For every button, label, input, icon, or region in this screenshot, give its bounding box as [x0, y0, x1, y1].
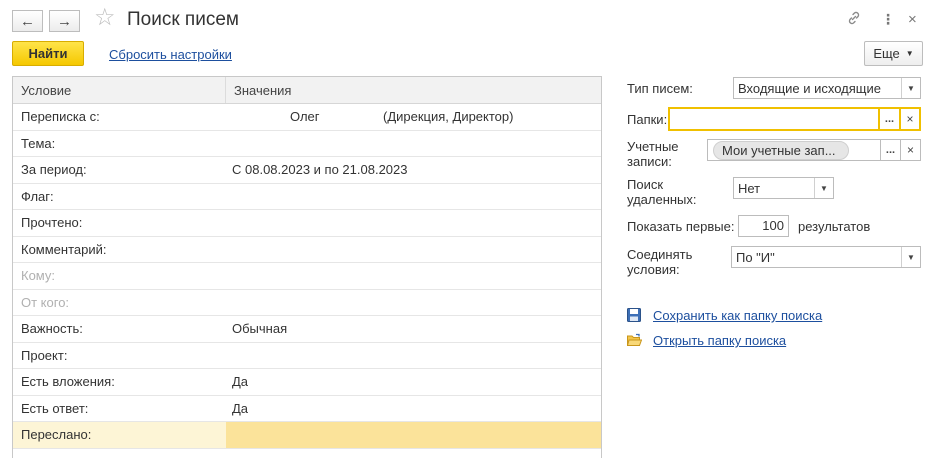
- table-header: Условие Значения: [13, 77, 601, 104]
- table-row[interactable]: Есть вложения: Да: [13, 369, 601, 396]
- clear-icon: ×: [906, 143, 914, 157]
- folders-label: Папки:: [627, 112, 668, 127]
- row-value: [226, 237, 601, 263]
- deleted-label-line2: удаленных:: [627, 192, 697, 207]
- row-value: Да: [232, 374, 249, 390]
- row-condition: Проект:: [21, 347, 68, 363]
- accounts-choose-button[interactable]: ...: [880, 139, 901, 161]
- chevron-down-icon[interactable]: ▼: [901, 247, 920, 267]
- combine-value: По "И": [736, 249, 775, 265]
- deleted-label-line1: Поиск: [627, 177, 664, 192]
- row-value: [226, 210, 601, 236]
- table-row[interactable]: От кого:: [13, 290, 601, 316]
- folders-choose-button[interactable]: ...: [879, 107, 900, 131]
- row-condition: Комментарий:: [21, 241, 107, 257]
- back-button[interactable]: ←: [12, 10, 43, 32]
- table-row[interactable]: Важность: Обычная: [13, 316, 601, 343]
- table-row[interactable]: Прочтено:: [13, 210, 601, 237]
- row-condition: Прочтено:: [21, 215, 83, 231]
- row-value: С 08.08.2023 и по 21.08.2023: [232, 162, 408, 178]
- row-condition: Переслано:: [21, 427, 92, 443]
- close-icon[interactable]: ×: [908, 11, 917, 28]
- row-value: Олег (Дирекция, Директор): [226, 104, 601, 130]
- deleted-label: Поиск удаленных:: [627, 177, 697, 207]
- combine-label-line2: условия:: [627, 262, 680, 277]
- reset-settings-link[interactable]: Сбросить настройки: [109, 47, 232, 62]
- row-condition: Есть ответ:: [21, 400, 89, 416]
- results-label: результатов: [798, 219, 871, 234]
- more-button-label: Еще: [873, 46, 900, 61]
- clear-icon: ×: [906, 112, 914, 126]
- forward-button[interactable]: →: [49, 10, 80, 32]
- accounts-tag[interactable]: Мои учетные зап...: [713, 140, 849, 160]
- combine-label-line1: Соединять: [627, 247, 693, 262]
- mail-type-select[interactable]: Входящие и исходящие ▼: [733, 77, 921, 99]
- column-header-condition[interactable]: Условие: [13, 77, 226, 103]
- table-row[interactable]: Переписка с: Олег (Дирекция, Директор): [13, 104, 601, 131]
- table-row[interactable]: Кому:: [13, 263, 601, 290]
- combine-select[interactable]: По "И" ▼: [731, 246, 921, 268]
- ellipsis-icon: ...: [885, 144, 896, 156]
- arrow-left-icon: ←: [20, 12, 35, 30]
- arrow-right-icon: →: [57, 12, 72, 30]
- favorite-star-icon[interactable]: ☆: [94, 6, 116, 30]
- show-first-input[interactable]: 100: [738, 215, 789, 237]
- row-condition: Флаг:: [21, 188, 54, 204]
- row-value-extra: (Дирекция, Директор): [383, 109, 514, 125]
- link-icon[interactable]: [846, 10, 862, 29]
- row-value: [226, 184, 601, 210]
- open-search-folder-link[interactable]: Открыть папку поиска: [653, 333, 786, 348]
- deleted-value: Нет: [738, 180, 761, 196]
- table-row[interactable]: За период: С 08.08.2023 и по 21.08.2023: [13, 157, 601, 184]
- table-row-selected[interactable]: Переслано:: [13, 422, 601, 449]
- folders-clear-button[interactable]: ×: [900, 107, 921, 131]
- accounts-label-line2: записи:: [627, 154, 672, 169]
- column-header-values[interactable]: Значения: [226, 83, 291, 98]
- row-value: Да: [232, 400, 249, 416]
- page-title: Поиск писем: [127, 9, 239, 30]
- find-button[interactable]: Найти: [12, 41, 84, 66]
- table-row[interactable]: Проект:: [13, 343, 601, 369]
- more-vertical-icon[interactable]: ⋮: [881, 11, 895, 28]
- row-condition: Есть вложения:: [21, 374, 115, 390]
- table-row[interactable]: Комментарий:: [13, 237, 601, 263]
- row-value: [226, 422, 601, 448]
- ellipsis-icon: ...: [884, 113, 895, 125]
- chevron-down-icon[interactable]: ▼: [901, 78, 920, 98]
- table-row[interactable]: Тема:: [13, 131, 601, 157]
- row-value: Обычная: [232, 321, 288, 337]
- chevron-down-icon[interactable]: ▼: [814, 178, 833, 198]
- row-value: [226, 263, 601, 289]
- show-first-label: Показать первые:: [627, 219, 735, 234]
- row-value: [226, 131, 601, 157]
- row-condition: От кого:: [21, 294, 70, 310]
- row-condition: За период:: [21, 162, 87, 178]
- open-folder-icon: [626, 333, 643, 350]
- accounts-input[interactable]: Мои учетные зап...: [707, 139, 881, 161]
- row-value: [226, 290, 601, 316]
- save-icon: [627, 308, 641, 325]
- mail-type-value: Входящие и исходящие: [738, 80, 881, 96]
- table-row[interactable]: Есть ответ: Да: [13, 396, 601, 422]
- table-row[interactable]: Флаг:: [13, 184, 601, 210]
- accounts-label: Учетные записи:: [627, 139, 679, 169]
- row-condition: Переписка с:: [21, 109, 100, 125]
- accounts-label-line1: Учетные: [627, 139, 679, 154]
- folders-input[interactable]: [668, 107, 880, 131]
- row-value-main: Олег: [290, 109, 320, 125]
- deleted-select[interactable]: Нет ▼: [733, 177, 834, 199]
- conditions-table: Условие Значения Переписка с: Олег (Дире…: [12, 76, 602, 458]
- row-value: [226, 343, 601, 369]
- more-button[interactable]: Еще ▼: [864, 41, 923, 66]
- row-condition: Кому:: [21, 268, 55, 284]
- row-condition: Тема:: [21, 135, 56, 151]
- save-as-search-folder-link[interactable]: Сохранить как папку поиска: [653, 308, 822, 323]
- accounts-clear-button[interactable]: ×: [900, 139, 921, 161]
- combine-label: Соединять условия:: [627, 247, 692, 277]
- row-condition: Важность:: [21, 321, 83, 337]
- chevron-down-icon: ▼: [905, 49, 914, 58]
- mail-type-label: Тип писем:: [627, 81, 693, 96]
